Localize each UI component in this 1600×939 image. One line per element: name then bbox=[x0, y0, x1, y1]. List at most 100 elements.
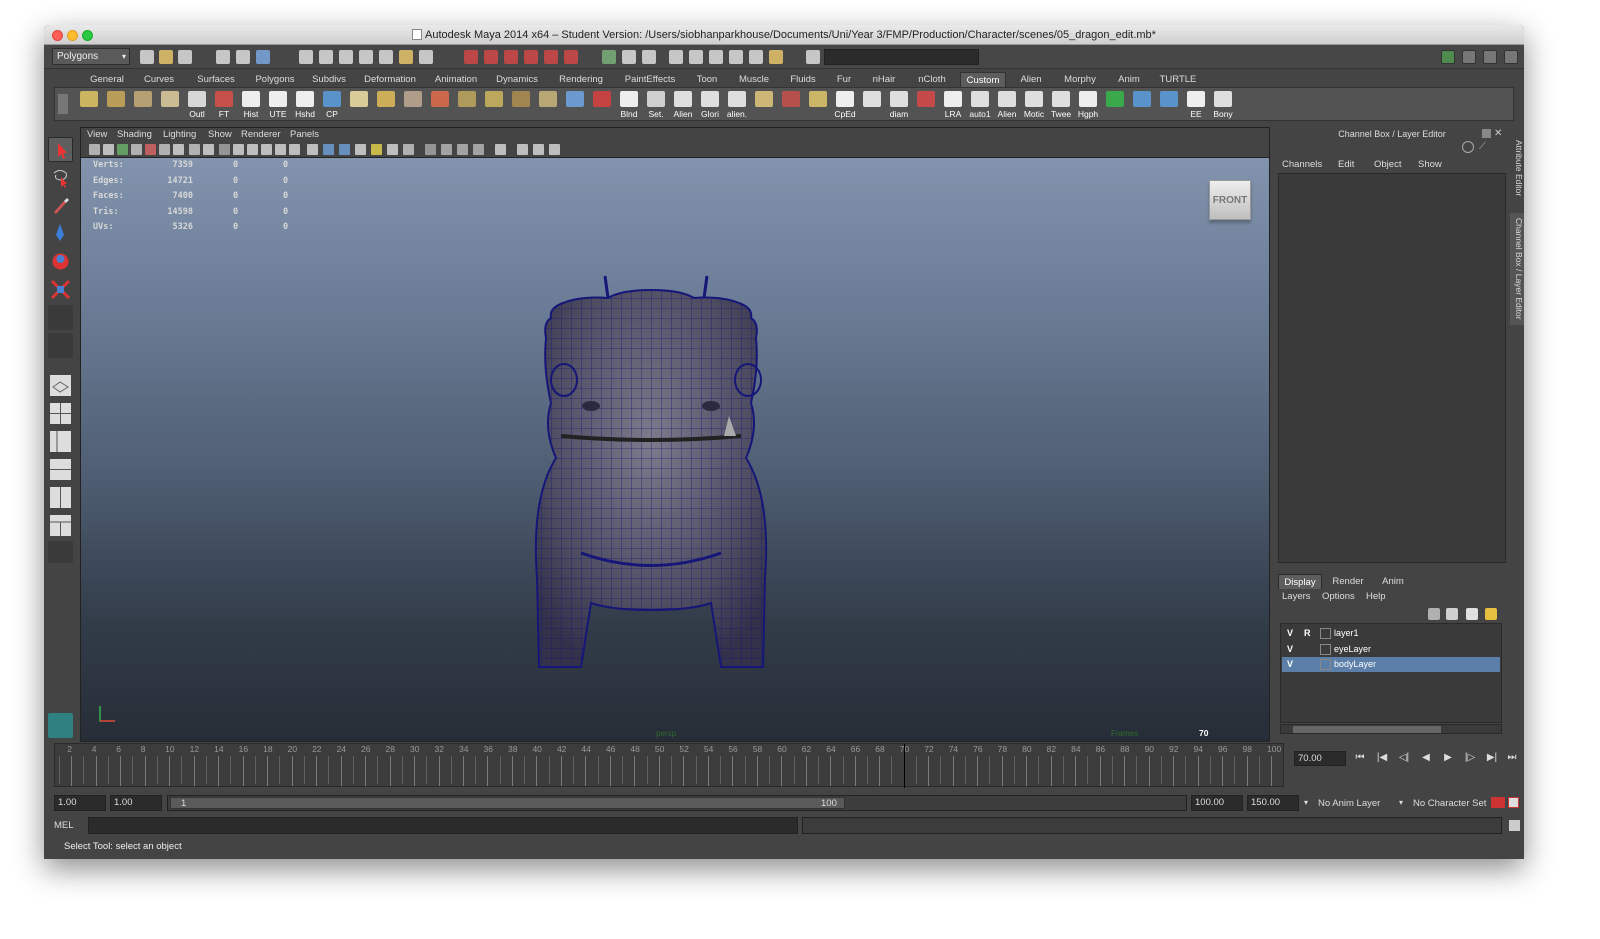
shelf-tab-custom[interactable]: Custom bbox=[960, 72, 1006, 87]
attribute-editor-tab[interactable]: Attribute Editor bbox=[1510, 133, 1524, 203]
layer-visibility-toggle[interactable]: V bbox=[1287, 659, 1297, 669]
status-tool-icon[interactable] bbox=[729, 50, 743, 64]
close-panel-icon[interactable]: ✕ bbox=[1494, 128, 1502, 139]
four-view-layout-icon[interactable] bbox=[48, 401, 73, 426]
layer-tab-anim[interactable]: Anim bbox=[1374, 574, 1412, 589]
auto-key-icon[interactable] bbox=[1491, 797, 1505, 808]
single-perspective-layout-icon[interactable] bbox=[48, 373, 73, 398]
status-tool-icon[interactable] bbox=[806, 50, 820, 64]
shelf-button-ft[interactable]: FT bbox=[212, 90, 236, 119]
panel-tool-icon[interactable] bbox=[473, 144, 484, 155]
shelf-button[interactable] bbox=[590, 90, 614, 118]
panel-tool-icon[interactable] bbox=[261, 144, 272, 155]
shelf-button[interactable] bbox=[1130, 90, 1154, 118]
panel-tool-icon[interactable] bbox=[173, 144, 184, 155]
go-to-end-icon[interactable]: ⏭ bbox=[1504, 752, 1520, 763]
panel-tool-icon[interactable] bbox=[203, 144, 214, 155]
shelf-tab-surfaces[interactable]: Surfaces bbox=[188, 72, 244, 87]
scale-tool-icon[interactable] bbox=[48, 277, 73, 302]
panel-tool-icon[interactable] bbox=[247, 144, 258, 155]
status-tool-icon[interactable] bbox=[216, 50, 230, 64]
shelf-button[interactable] bbox=[131, 90, 155, 118]
select-tool-icon[interactable] bbox=[48, 137, 73, 162]
status-tool-icon[interactable] bbox=[689, 50, 703, 64]
layer-visibility-toggle[interactable]: V bbox=[1287, 628, 1297, 638]
panel-menu-show[interactable]: Show bbox=[208, 129, 232, 140]
step-back-key-icon[interactable]: |◀ bbox=[1374, 752, 1390, 763]
channel-box-tab[interactable]: Channel Box / Layer Editor bbox=[1510, 213, 1524, 325]
lasso-tool-icon[interactable] bbox=[48, 165, 73, 190]
go-to-start-icon[interactable]: ⏮ bbox=[1352, 752, 1368, 763]
end-time-field[interactable]: 150.00 bbox=[1247, 795, 1299, 811]
status-tool-icon[interactable] bbox=[256, 50, 270, 64]
shelf-tab-rendering[interactable]: Rendering bbox=[550, 72, 612, 87]
shelf-tab-nhair[interactable]: nHair bbox=[864, 72, 904, 87]
shelf-tab-animation[interactable]: Animation bbox=[428, 72, 484, 87]
shelf-button[interactable] bbox=[482, 90, 506, 118]
panel-tool-icon[interactable] bbox=[339, 144, 350, 155]
shelf-button-hist[interactable]: Hist bbox=[239, 90, 263, 119]
shelf-button-cped[interactable]: CpEd bbox=[833, 90, 857, 119]
range-bar[interactable]: 1 100 bbox=[167, 795, 1187, 811]
layer-list-scrollbar[interactable] bbox=[1280, 724, 1502, 734]
panel-menu-lighting[interactable]: Lighting bbox=[163, 129, 196, 140]
shelf-button[interactable] bbox=[752, 90, 776, 118]
move-tool-icon[interactable] bbox=[48, 221, 73, 246]
panel-tool-icon[interactable] bbox=[441, 144, 452, 155]
shelf-tab-dynamics[interactable]: Dynamics bbox=[488, 72, 546, 87]
shelf-button-blnd[interactable]: Blnd bbox=[617, 90, 641, 119]
channel-box-menu-edit[interactable]: Edit bbox=[1338, 159, 1354, 170]
shelf-tab-morphy[interactable]: Morphy bbox=[1056, 72, 1104, 87]
shelf-button[interactable] bbox=[860, 90, 884, 118]
close-window-button[interactable] bbox=[52, 30, 63, 41]
panel-tool-icon[interactable] bbox=[549, 144, 560, 155]
panel-tool-icon[interactable] bbox=[117, 144, 128, 155]
panel-tool-icon[interactable] bbox=[387, 144, 398, 155]
status-tool-icon[interactable] bbox=[464, 50, 478, 64]
status-tool-icon[interactable] bbox=[669, 50, 683, 64]
shelf-button[interactable] bbox=[347, 90, 371, 118]
panel-tool-icon[interactable] bbox=[145, 144, 156, 155]
layer-tab-render[interactable]: Render bbox=[1326, 574, 1370, 589]
modeling-toolkit-icon[interactable] bbox=[1441, 50, 1455, 64]
shelf-button-hgph[interactable]: Hgph bbox=[1076, 90, 1100, 119]
layer-color-swatch[interactable] bbox=[1320, 659, 1331, 670]
shelf-button[interactable] bbox=[374, 90, 398, 118]
status-tool-icon[interactable] bbox=[339, 50, 353, 64]
panel-tool-icon[interactable] bbox=[233, 144, 244, 155]
move-layer-down-icon[interactable] bbox=[1485, 608, 1497, 620]
persp-outliner-layout-icon[interactable] bbox=[48, 429, 73, 454]
panel-tool-icon[interactable] bbox=[517, 144, 528, 155]
status-tool-icon[interactable] bbox=[642, 50, 656, 64]
time-slider[interactable]: 2 4 6 8 10 12 14 16 18 20 22 24 26 28 30 32 34 36 38 40 42 44… bbox=[54, 743, 1284, 789]
shelf-button-diam[interactable]: diam bbox=[887, 90, 911, 119]
attribute-editor-toggle-icon[interactable] bbox=[1462, 50, 1476, 64]
command-input[interactable] bbox=[88, 817, 798, 834]
shelf-tab-curves[interactable]: Curves bbox=[134, 72, 184, 87]
status-tool-icon[interactable] bbox=[159, 50, 173, 64]
layer-color-swatch[interactable] bbox=[1320, 643, 1331, 655]
preferences-icon[interactable] bbox=[1508, 797, 1519, 808]
panel-tool-icon[interactable] bbox=[457, 144, 468, 155]
tool-settings-toggle-icon[interactable] bbox=[1483, 50, 1497, 64]
shelf-tab-deformation[interactable]: Deformation bbox=[356, 72, 424, 87]
shelf-button[interactable] bbox=[914, 90, 938, 118]
range-bar-handle[interactable]: 1 100 bbox=[170, 797, 845, 809]
status-tool-icon[interactable] bbox=[749, 50, 763, 64]
layer-visibility-toggle[interactable]: V bbox=[1287, 644, 1297, 654]
status-tool-icon[interactable] bbox=[178, 50, 192, 64]
panel-tool-icon[interactable] bbox=[219, 144, 230, 155]
layer-tab-display[interactable]: Display bbox=[1278, 574, 1322, 589]
shelf-button-cp[interactable]: CP bbox=[320, 90, 344, 119]
panel-tool-icon[interactable] bbox=[275, 144, 286, 155]
more-layouts-icon[interactable] bbox=[48, 541, 73, 563]
shelf-tab-alien[interactable]: Alien bbox=[1010, 72, 1052, 87]
minimize-window-button[interactable] bbox=[67, 30, 78, 41]
panel-tool-icon[interactable] bbox=[189, 144, 200, 155]
status-tool-icon[interactable] bbox=[544, 50, 558, 64]
shelf-button[interactable] bbox=[536, 90, 560, 118]
menu-set-dropdown[interactable]: Polygons ▾ bbox=[52, 48, 130, 65]
character-set-chevron-icon[interactable]: ▾ bbox=[1399, 798, 1403, 807]
float-panel-icon[interactable] bbox=[1482, 129, 1491, 138]
shelf-tab-toon[interactable]: Toon bbox=[688, 72, 726, 87]
